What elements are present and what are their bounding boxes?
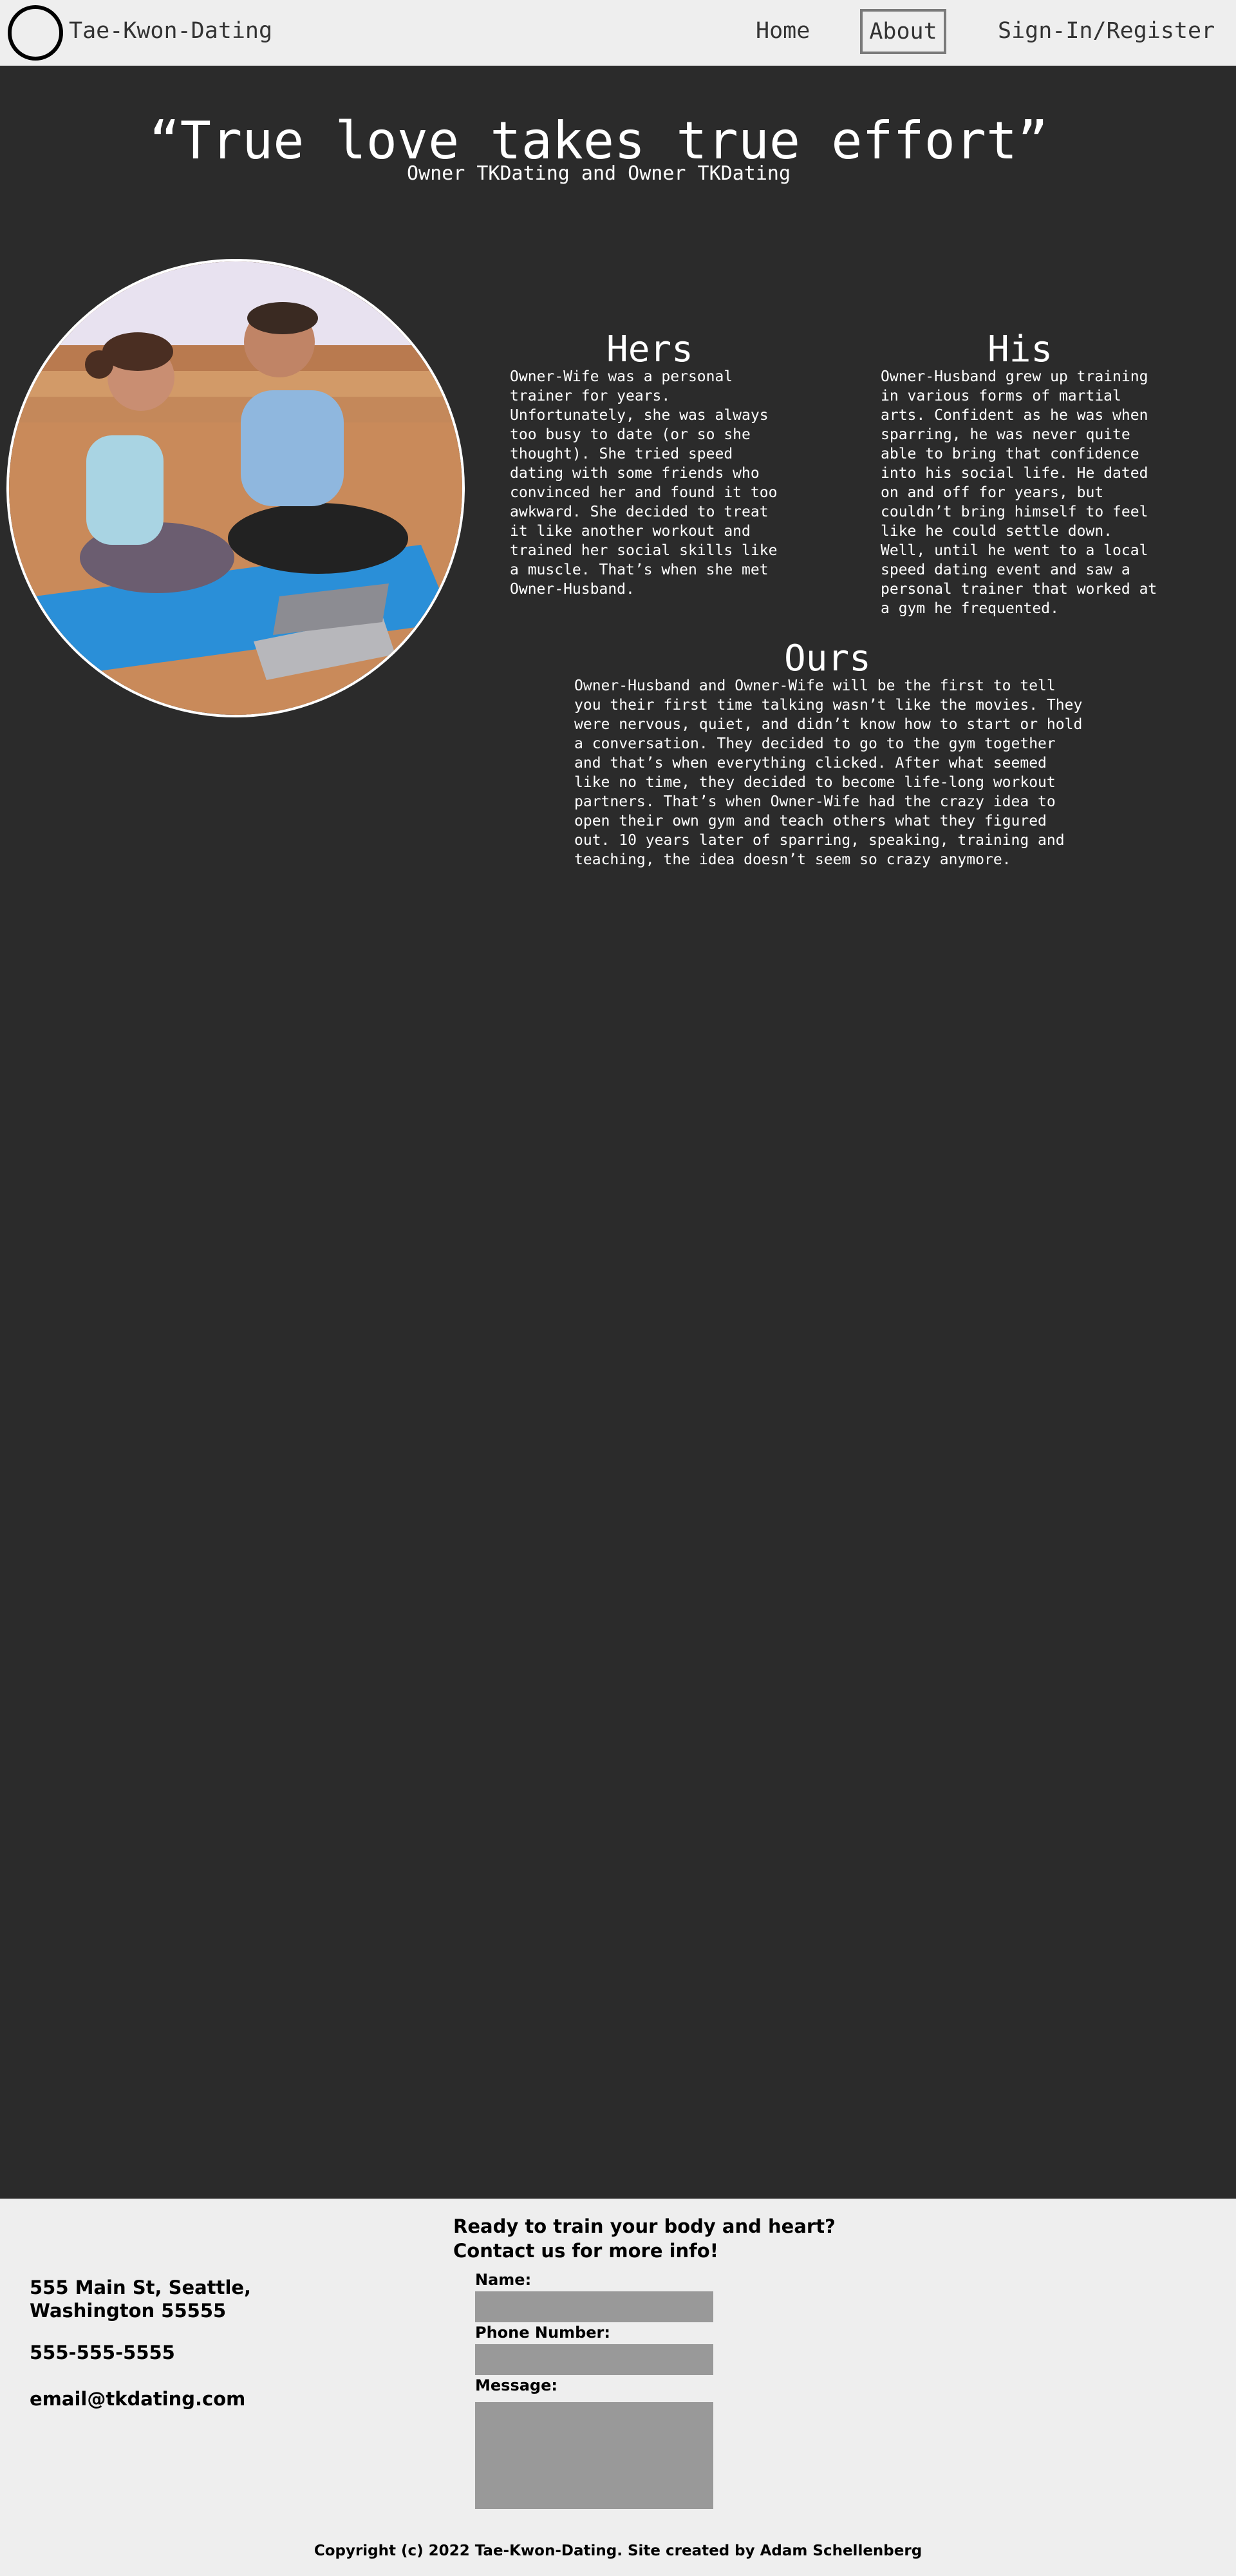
nav-link-about[interactable]: About <box>860 9 946 54</box>
address: 555 Main St, Seattle, Washington 55555 <box>30 2276 251 2322</box>
cta-line-1: Ready to train your body and heart? <box>453 2215 836 2237</box>
hers-heading: Hers <box>606 328 693 370</box>
name-input[interactable] <box>475 2291 713 2322</box>
address-line-1: 555 Main St, Seattle, <box>30 2277 252 2298</box>
footer: Ready to train your body and heart? Cont… <box>0 2199 1236 2576</box>
nav-link-sign-in-register[interactable]: Sign-In/Register <box>998 18 1215 44</box>
message-textarea[interactable] <box>475 2402 713 2509</box>
name-label: Name: <box>475 2271 532 2289</box>
address-line-2: Washington 55555 <box>30 2300 227 2322</box>
circle-logo-icon[interactable] <box>8 5 63 61</box>
navbar: Tae-Kwon-Dating Home About Sign-In/Regis… <box>0 0 1236 66</box>
couple-photo <box>6 259 465 717</box>
ours-heading: Ours <box>784 638 871 679</box>
cta-line-2: Contact us for more info! <box>453 2240 718 2262</box>
copyright: Copyright (c) 2022 Tae-Kwon-Dating. Site… <box>314 2543 922 2559</box>
ours-story: Owner-Husband and Owner-Wife will be the… <box>574 677 1083 868</box>
phone-number-label: Phone Number: <box>475 2324 610 2342</box>
contact-email[interactable]: email@tkdating.com <box>30 2388 245 2410</box>
brand-name[interactable]: Tae-Kwon-Dating <box>69 18 272 44</box>
hers-story: Owner-Wife was a personal trainer for ye… <box>510 368 778 598</box>
his-heading: His <box>988 328 1053 370</box>
contact-cta: Ready to train your body and heart? Cont… <box>453 2214 836 2263</box>
phone-number-input[interactable] <box>475 2344 713 2375</box>
message-label: Message: <box>475 2376 557 2394</box>
contact-phone: 555-555-5555 <box>30 2342 175 2363</box>
hero-attribution: Owner TKDating and Owner TKDating <box>406 162 791 185</box>
his-story: Owner-Husband grew up training in variou… <box>881 368 1157 617</box>
nav-link-home[interactable]: Home <box>756 18 810 44</box>
